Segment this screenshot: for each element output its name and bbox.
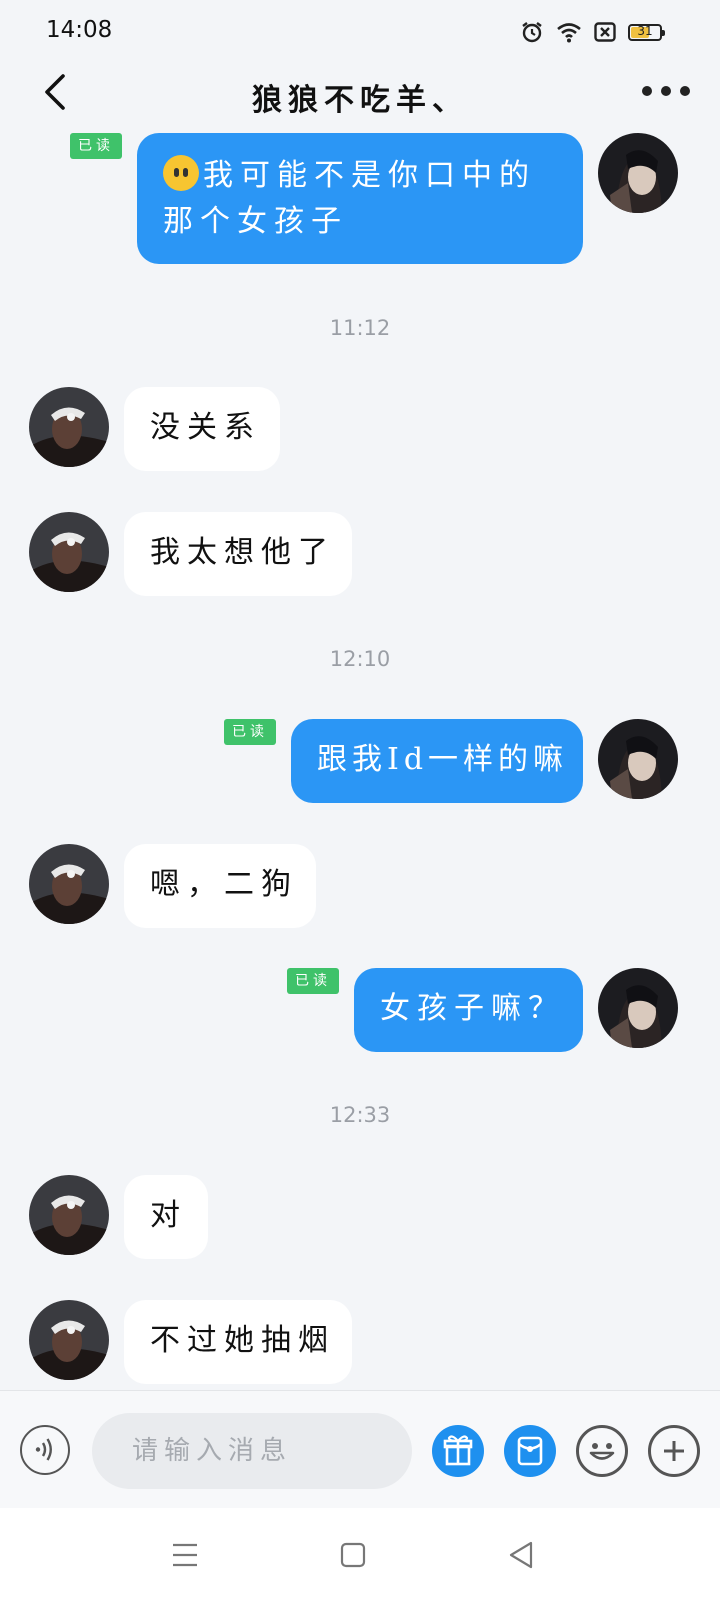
incoming-message-bubble[interactable]: 不过她抽烟	[124, 1300, 352, 1384]
incoming-message-bubble[interactable]: 嗯，二狗	[124, 844, 316, 928]
message-text: 嗯，二狗	[150, 867, 298, 902]
read-receipt: 已读	[287, 968, 339, 994]
contact-avatar[interactable]	[29, 387, 109, 467]
outgoing-message-bubble[interactable]: 我可能不是你口中的 那个女孩子	[137, 133, 583, 264]
message-text: 我可能不是你口中的	[203, 158, 536, 193]
outgoing-message-bubble[interactable]: 跟我Id一样的嘛	[291, 719, 583, 803]
nav-back-button[interactable]	[504, 1538, 538, 1572]
more-options-button[interactable]	[642, 76, 690, 106]
emoji-button[interactable]	[576, 1425, 628, 1477]
message-text: 跟我Id一样的嘛	[317, 742, 569, 777]
voice-icon	[35, 1438, 52, 1461]
nav-home-button[interactable]	[336, 1538, 370, 1572]
incoming-message-bubble[interactable]: 没关系	[124, 387, 280, 471]
voice-input-button[interactable]	[20, 1425, 70, 1475]
timestamp: 11:12	[329, 316, 391, 340]
gift-button[interactable]	[432, 1425, 484, 1477]
battery-icon: 31	[628, 23, 665, 41]
incoming-message-bubble[interactable]: 对	[124, 1175, 208, 1259]
menu-icon	[173, 1543, 197, 1567]
more-dot-icon	[680, 86, 690, 96]
status-bar: 14:08 31	[0, 0, 720, 62]
read-receipt: 已读	[70, 133, 122, 159]
red-packet-icon	[517, 1436, 543, 1466]
incoming-message-bubble[interactable]: 我太想他了	[124, 512, 352, 596]
message-text: 女孩子嘛？	[380, 991, 565, 1026]
home-square-icon	[340, 1542, 366, 1568]
message-text: 我太想他了	[150, 535, 335, 570]
message-text: 不过她抽烟	[150, 1323, 335, 1358]
plus-icon	[664, 1441, 684, 1461]
message-text: 对	[150, 1198, 187, 1233]
my-avatar[interactable]	[598, 719, 678, 799]
smiley-icon	[589, 1443, 615, 1460]
more-actions-button[interactable]	[648, 1425, 700, 1477]
battery-level: 31	[637, 23, 653, 38]
alarm-icon	[522, 22, 542, 43]
system-nav-bar	[0, 1508, 720, 1600]
neutral-face-emoji-icon	[163, 155, 199, 191]
contact-avatar[interactable]	[29, 1300, 109, 1380]
gift-icon	[443, 1435, 473, 1466]
input-bar	[0, 1390, 720, 1509]
read-receipt: 已读	[224, 719, 276, 745]
message-text: 没关系	[150, 410, 261, 445]
timestamp: 12:10	[329, 647, 391, 671]
message-text: 那个女孩子	[163, 204, 348, 239]
status-icons: 31	[520, 20, 665, 44]
timestamp: 12:33	[329, 1103, 391, 1127]
outgoing-message-bubble[interactable]: 女孩子嘛？	[354, 968, 583, 1052]
red-packet-button[interactable]	[504, 1425, 556, 1477]
status-time: 14:08	[46, 17, 113, 43]
more-dot-icon	[661, 86, 671, 96]
chat-header: 狼狼不吃羊、	[0, 62, 720, 124]
wifi-icon	[557, 23, 581, 43]
contact-name[interactable]: 狼狼不吃羊、	[0, 75, 720, 119]
contact-avatar[interactable]	[29, 1175, 109, 1255]
more-dot-icon	[642, 86, 652, 96]
message-input[interactable]	[92, 1413, 412, 1489]
message-list[interactable]: 已读 我可能不是你口中的 那个女孩子 11:12 没关系 我太想他了 12:10…	[0, 124, 720, 1390]
sim-blocked-icon	[594, 22, 616, 42]
my-avatar[interactable]	[598, 968, 678, 1048]
contact-avatar[interactable]	[29, 844, 109, 924]
nav-menu-button[interactable]	[168, 1538, 202, 1572]
back-triangle-icon	[509, 1541, 533, 1569]
contact-avatar[interactable]	[29, 512, 109, 592]
my-avatar[interactable]	[598, 133, 678, 213]
